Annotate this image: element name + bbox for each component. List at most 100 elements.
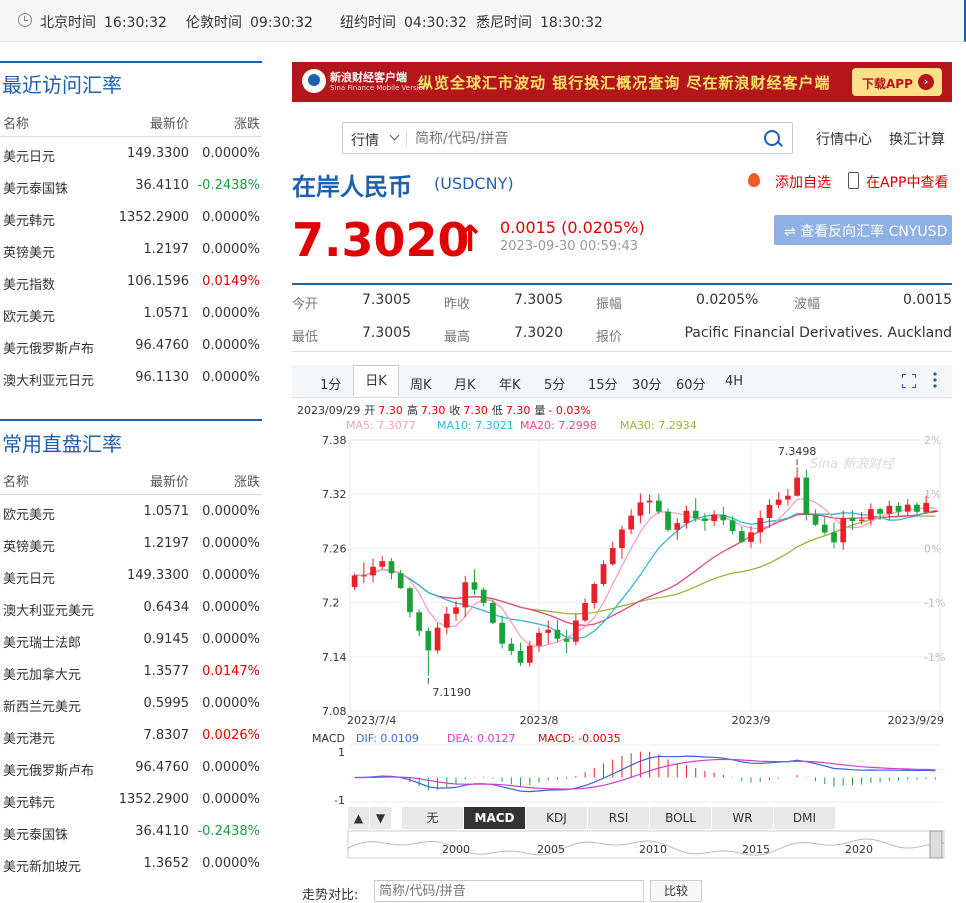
x-tick-label: 2023/9/29 [888, 714, 944, 727]
rate-row[interactable]: 美元韩元 1352.2900 0.0000% [0, 784, 262, 816]
rate-name[interactable]: 美元俄罗斯卢布 [3, 760, 94, 779]
rate-name[interactable]: 英镑美元 [3, 242, 55, 261]
rate-row[interactable]: 美元瑞士法郎 0.9145 0.0000% [0, 624, 262, 656]
more-options-icon[interactable] [933, 371, 937, 389]
rate-row[interactable]: 英镑美元 1.2197 0.0000% [0, 234, 262, 266]
candle-body [886, 505, 893, 514]
rate-row[interactable]: 澳大利亚元美元 0.6434 0.0000% [0, 592, 262, 624]
download-app-button[interactable]: 下载APP › [852, 68, 942, 96]
rate-row[interactable]: 美元俄罗斯卢布 96.4760 0.0000% [0, 330, 262, 362]
period-tab[interactable]: 月K [454, 374, 476, 393]
rate-row[interactable]: 美元加拿大元 1.3577 0.0147% [0, 656, 262, 688]
period-tab[interactable]: 5分 [544, 374, 565, 393]
header-change: 涨跌 [233, 475, 260, 490]
add-watchlist-button[interactable]: 添加自选 [775, 172, 831, 192]
rate-row[interactable]: 欧元美元 1.0571 0.0000% [0, 496, 262, 528]
period-tab[interactable]: 30分 [632, 374, 662, 393]
candle-body [748, 532, 754, 542]
period-tab[interactable]: 4H [725, 374, 743, 389]
rate-row[interactable]: 英镑美元 1.2197 0.0000% [0, 528, 262, 560]
app-banner[interactable]: 新浪财经客户端 Sina Finance Mobile Version 纵览全球… [292, 62, 952, 102]
indicator-tab[interactable]: DMI [774, 807, 836, 829]
rate-name[interactable]: 欧元美元 [3, 306, 55, 325]
rate-row[interactable]: 欧元美元 1.0571 0.0000% [0, 298, 262, 330]
fx-calculator-link[interactable]: 换汇计算 [889, 129, 945, 149]
indicator-tab[interactable]: MACD [464, 807, 526, 829]
rate-name[interactable]: 澳大利亚元日元 [3, 370, 94, 389]
rate-name[interactable]: 美元韩元 [3, 792, 55, 811]
reverse-rate-button[interactable]: ⇌ 查看反向汇率 CNYUSD [774, 215, 952, 245]
divider [406, 130, 407, 148]
scroll-up-icon[interactable]: ▲ [348, 807, 370, 829]
scroll-down-icon[interactable]: ▼ [370, 807, 392, 829]
rate-name[interactable]: 美元泰国铢 [3, 178, 68, 197]
rate-row[interactable]: 美元指数 106.1596 0.0149% [0, 266, 262, 298]
macd-label: MACD [312, 732, 345, 745]
rate-name[interactable]: 美元日元 [3, 568, 55, 587]
rate-change: 0.0000% [202, 306, 260, 321]
fullscreen-icon[interactable] [901, 373, 917, 389]
rate-row[interactable]: 美元泰国铢 36.4110 -0.2438% [0, 816, 262, 848]
watermark-text: Sina 新浪财经 [810, 456, 896, 472]
rate-row[interactable]: 澳大利亚元日元 96.1130 0.0000% [0, 362, 262, 394]
rate-row[interactable]: 美元港元 7.8307 0.0026% [0, 720, 262, 752]
indicator-tab[interactable]: WR [712, 807, 774, 829]
symbol-code: (USDCNY) [434, 174, 514, 193]
fire-icon[interactable] [748, 173, 760, 187]
indicator-tab[interactable]: RSI [588, 807, 650, 829]
compare-button[interactable]: 比较 [650, 880, 702, 902]
info-value: 7.30 [506, 404, 531, 417]
rate-name[interactable]: 美元指数 [3, 274, 55, 293]
market-select[interactable]: 行情 [351, 130, 379, 150]
rate-name[interactable]: 美元新加坡元 [3, 856, 81, 875]
candlestick-chart[interactable]: 2023/09/29 开 7.30 高 7.30 收 7.30 低 7.30 量 - 0.03%MA… [292, 398, 952, 868]
indicator-tab[interactable]: KDJ [526, 807, 588, 829]
market-center-link[interactable]: 行情中心 [816, 129, 872, 149]
rate-name[interactable]: 美元日元 [3, 146, 55, 165]
rate-name[interactable]: 美元俄罗斯卢布 [3, 338, 94, 357]
rate-change: 0.0000% [202, 568, 260, 583]
ma-value: 7.3077 [377, 419, 416, 432]
rate-name[interactable]: 美元加拿大元 [3, 664, 81, 683]
rate-name[interactable]: 美元泰国铢 [3, 824, 68, 843]
view-in-app-button[interactable]: 在APP中查看 [866, 172, 948, 192]
rate-row[interactable]: 美元韩元 1352.2900 0.0000% [0, 202, 262, 234]
rate-name[interactable]: 新西兰元美元 [3, 696, 81, 715]
compare-input[interactable] [374, 880, 644, 902]
compare-label: 走势对比: [302, 888, 359, 903]
rate-row[interactable]: 美元泰国铢 36.4110 -0.2438% [0, 170, 262, 202]
chevron-down-icon[interactable] [389, 130, 400, 141]
search-input[interactable] [413, 127, 747, 151]
period-tab[interactable]: 周K [410, 374, 432, 393]
rate-row[interactable]: 美元俄罗斯卢布 96.4760 0.0000% [0, 752, 262, 784]
candle-body [471, 582, 478, 590]
period-tab[interactable]: 60分 [676, 374, 706, 393]
recent-rates-title: 最近访问汇率 [2, 73, 122, 97]
rate-row[interactable]: 新西兰元美元 0.5995 0.0000% [0, 688, 262, 720]
search-icon[interactable] [764, 130, 780, 146]
indicator-tab[interactable]: 无 [402, 807, 464, 829]
period-tab[interactable]: 年K [499, 374, 521, 393]
rate-name[interactable]: 美元港元 [3, 728, 55, 747]
rate-row[interactable]: 美元新加坡元 1.3652 0.0000% [0, 848, 262, 880]
candle-body [831, 532, 837, 543]
rate-name[interactable]: 美元韩元 [3, 210, 55, 229]
period-tab[interactable]: 1分 [320, 374, 341, 393]
period-tab[interactable]: 15分 [588, 374, 618, 393]
rate-row[interactable]: 美元日元 149.3300 0.0000% [0, 560, 262, 592]
period-tab[interactable]: 日K [353, 365, 399, 396]
y-tick-label: 7.32 [322, 488, 347, 501]
rate-name[interactable]: 美元瑞士法郎 [3, 632, 81, 651]
rate-change: 0.0000% [202, 242, 260, 257]
rate-change: 0.0000% [202, 696, 260, 711]
macd-legend-macd: MACD: -0.0035 [538, 732, 621, 745]
rate-name[interactable]: 澳大利亚元美元 [3, 600, 94, 619]
info-value: 7.30 [378, 404, 403, 417]
candle-body [453, 607, 459, 614]
rate-name[interactable]: 欧元美元 [3, 504, 55, 523]
phone-icon[interactable] [848, 172, 859, 189]
rate-row[interactable]: 美元日元 149.3300 0.0000% [0, 138, 262, 170]
rate-name[interactable]: 英镑美元 [3, 536, 55, 555]
rate-change: 0.0147% [202, 664, 260, 679]
indicator-tab[interactable]: BOLL [650, 807, 712, 829]
